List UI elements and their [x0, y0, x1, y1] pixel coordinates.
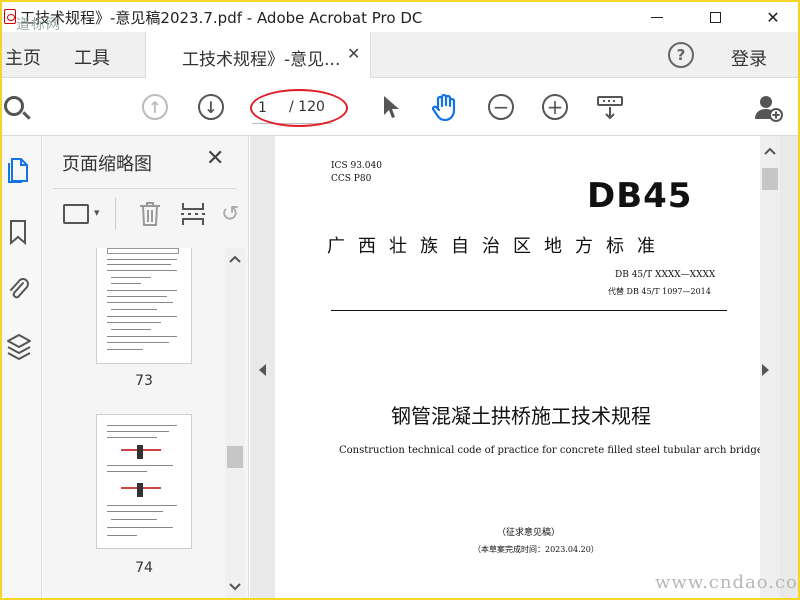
rotate-icon[interactable]: ↺ [221, 202, 239, 227]
scrollbar-thumb[interactable] [227, 446, 243, 468]
red-annotation-ellipse [250, 89, 348, 127]
maximize-icon [709, 11, 721, 23]
delete-page-icon[interactable] [138, 200, 162, 232]
tab-home[interactable]: 主页 [5, 44, 41, 70]
thumbnail-page-73[interactable] [96, 248, 192, 364]
scroll-mode-icon[interactable] [596, 94, 624, 126]
tab-tools[interactable]: 工具 [74, 44, 110, 70]
watermark-text: www.cndao.com [655, 572, 798, 593]
standard-number: DB 45/T XXXX—XXXX [615, 270, 716, 280]
draft-label: （征求意见稿） [497, 528, 561, 538]
tab-close-icon[interactable]: ✕ [347, 44, 360, 63]
minimize-button[interactable] [634, 2, 680, 32]
maximize-button[interactable] [692, 2, 738, 32]
watermark-text: 道标网 [16, 17, 61, 33]
divider [115, 198, 116, 230]
document-view[interactable]: ICS 93.040 CCS P80 DB45 广西壮族自治区地方标准 DB 4… [250, 136, 798, 598]
scrollbar-thumb[interactable] [762, 168, 778, 190]
collapse-left-pane-icon[interactable] [259, 364, 267, 380]
thumbnails-panel: 页面缩略图 ✕ ▾ ↺ 73 74 [43, 136, 249, 598]
ccs-code: CCS P80 [331, 174, 372, 184]
thumbnail-scrollbar[interactable] [225, 248, 245, 598]
divider-line [331, 310, 727, 311]
thumbnail-options-icon[interactable] [63, 204, 89, 224]
attachment-icon[interactable] [6, 274, 30, 306]
divider [53, 188, 237, 189]
close-window-button[interactable]: ✕ [750, 2, 796, 32]
insert-page-icon[interactable] [179, 200, 207, 232]
pdf-page: ICS 93.040 CCS P80 DB45 广西壮族自治区地方标准 DB 4… [275, 136, 768, 598]
replaces-standard: 代替 DB 45/T 1097—2014 [608, 287, 711, 296]
left-nav-rail [2, 136, 42, 598]
login-button[interactable]: 登录 [731, 45, 767, 71]
help-icon[interactable]: ? [668, 42, 694, 68]
document-title-cn: 钢管混凝土拱桥施工技术规程 [391, 404, 651, 428]
app-window: 工技术规程》-意见稿2023.7.pdf - Adobe Acrobat Pro… [2, 2, 798, 598]
tab-bar: 主页 工具 工技术规程》-意见... ✕ ? 登录 [2, 32, 798, 78]
chevron-up-icon[interactable] [229, 252, 241, 266]
ics-code: ICS 93.040 [331, 161, 382, 171]
acrobat-pdf-icon [4, 9, 16, 24]
title-bar: 工技术规程》-意见稿2023.7.pdf - Adobe Acrobat Pro… [2, 2, 798, 33]
page-thumbnails-icon[interactable] [6, 156, 30, 188]
pointer-icon[interactable] [382, 95, 400, 123]
share-user-icon[interactable] [754, 93, 784, 127]
collapse-right-pane-icon[interactable] [762, 364, 770, 380]
zoom-out-icon[interactable]: − [488, 94, 514, 120]
layers-icon[interactable] [6, 332, 32, 366]
draft-date: （本草案完成时间：2023.04.20） [473, 545, 599, 554]
minimize-icon [651, 16, 663, 18]
bookmark-icon[interactable] [6, 218, 30, 250]
chevron-down-icon[interactable] [229, 580, 241, 594]
window-title: 工技术规程》-意见稿2023.7.pdf - Adobe Acrobat Pro… [20, 9, 423, 27]
document-title-en: Construction technical code of practice … [339, 445, 768, 456]
main-toolbar: ↑ ↓ / 120 − + [2, 78, 798, 136]
search-icon[interactable] [4, 96, 24, 116]
close-icon: ✕ [766, 7, 780, 27]
close-panel-icon[interactable]: ✕ [206, 146, 224, 171]
chevron-up-icon[interactable] [764, 144, 776, 158]
regional-standard-heading: 广西壮族自治区地方标准 [327, 236, 668, 257]
thumbnail-page-74[interactable] [96, 414, 192, 549]
standard-logo: DB45 [587, 176, 693, 216]
thumbnail-list[interactable]: 73 74 [43, 248, 223, 598]
tab-document-label: 工技术规程》-意见... [182, 50, 341, 70]
tab-document[interactable]: 工技术规程》-意见... ✕ [145, 32, 371, 78]
thumbnail-page-label: 74 [135, 560, 153, 576]
panel-title: 页面缩略图 [62, 154, 152, 175]
previous-page-icon[interactable]: ↑ [142, 94, 168, 120]
next-page-icon[interactable]: ↓ [198, 94, 224, 120]
hand-tool-icon[interactable] [430, 92, 460, 126]
thumbnail-page-label: 73 [135, 373, 153, 389]
chevron-down-icon[interactable]: ▾ [94, 206, 100, 219]
zoom-in-icon[interactable]: + [542, 94, 568, 120]
